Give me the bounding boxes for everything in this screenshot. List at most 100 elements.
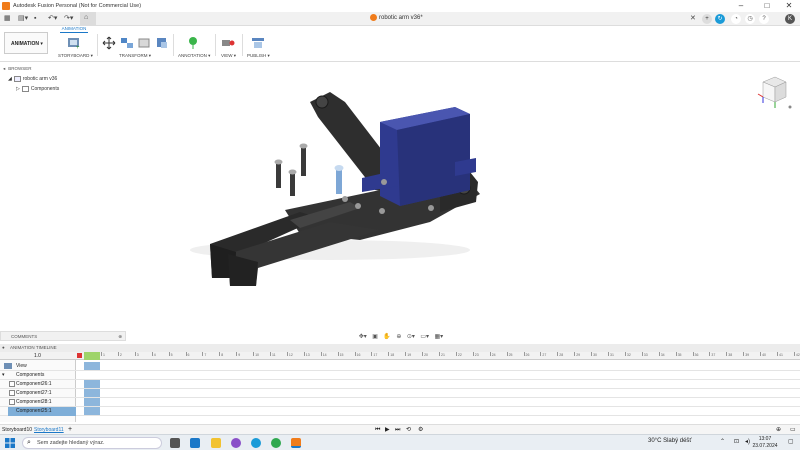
- view-camera-icon[interactable]: [221, 36, 235, 50]
- home-tab[interactable]: ⌂: [80, 12, 96, 26]
- add-comment-icon[interactable]: ⊕: [118, 332, 122, 341]
- close-window-button[interactable]: ✕: [778, 0, 800, 12]
- notifications-icon[interactable]: ◔: [731, 14, 741, 24]
- folder-icon[interactable]: [211, 438, 221, 448]
- timeline-row-label[interactable]: Component25:1: [8, 407, 76, 416]
- weather-status[interactable]: 30°C Slabý déšť: [648, 438, 692, 444]
- file-menu-icon[interactable]: ▤▾: [18, 14, 28, 24]
- row-checkbox[interactable]: [9, 381, 15, 387]
- timeline-row[interactable]: Component27:1: [0, 389, 800, 398]
- fusion-taskbar-icon[interactable]: [291, 438, 301, 448]
- publish-group-label[interactable]: PUBLISH ▾: [247, 53, 270, 59]
- screw-2[interactable]: [299, 143, 308, 177]
- search-placeholder: Sem zadejte hledaný výraz.: [37, 440, 105, 446]
- zoom-icon[interactable]: ⊕: [396, 333, 401, 340]
- data-panel-icon[interactable]: ▦: [4, 14, 11, 24]
- screw-1[interactable]: [274, 159, 283, 189]
- timeline-row-label[interactable]: View: [16, 362, 27, 371]
- row-checkbox[interactable]: [9, 399, 15, 405]
- ribbon: ANIMATION ▾ ANIMATION + STORYBOARD ▾ TRA…: [0, 26, 800, 62]
- comments-panel[interactable]: COMMENTS ⊕: [0, 331, 126, 341]
- timeline-row[interactable]: Component26:1: [0, 380, 800, 389]
- clock-date[interactable]: 23.07.2024: [750, 443, 780, 449]
- timeline-header[interactable]: ● ANIMATION TIMELINE: [0, 344, 800, 352]
- home-icon: ⌂: [84, 14, 89, 21]
- record-icon[interactable]: [77, 353, 82, 358]
- pan-icon[interactable]: ✋: [383, 333, 390, 340]
- windows-start-icon[interactable]: [5, 438, 15, 448]
- ruler-tick: [540, 352, 542, 356]
- document-tab[interactable]: robotic arm v36*: [370, 14, 423, 21]
- explode-icon[interactable]: [120, 36, 134, 50]
- hide-show-icon[interactable]: [137, 36, 151, 50]
- save-icon[interactable]: ▪: [34, 14, 36, 24]
- sync-icon[interactable]: ↻: [715, 14, 725, 24]
- window-title: Autodesk Fusion Personal (Not for Commer…: [13, 3, 142, 9]
- timeline-row-label[interactable]: Component28:1: [16, 398, 52, 407]
- fit-icon[interactable]: ⊙▾: [407, 333, 415, 340]
- transform-move-icon[interactable]: [102, 36, 116, 50]
- new-tab-icon[interactable]: +: [702, 14, 712, 24]
- user-avatar[interactable]: K: [785, 14, 795, 24]
- timeline-ruler[interactable]: 1.0 1 2 3 4 5 6 7 8 9 10 11 12 13 14 15 16 17 18 19 20 21 22 2…: [0, 352, 800, 360]
- timeline-row[interactable]: Component25:1: [0, 407, 800, 416]
- tab-animation[interactable]: ANIMATION: [60, 26, 88, 33]
- timeline-row-label[interactable]: Component26:1: [16, 380, 52, 389]
- ruler-tick: [709, 352, 711, 356]
- screw-selected[interactable]: [334, 165, 344, 194]
- undo-icon[interactable]: ↶▾: [48, 14, 57, 24]
- look-at-icon[interactable]: ▣: [372, 333, 378, 340]
- ruler-tick-label: 24: [491, 353, 496, 357]
- view-group-label[interactable]: VIEW ▾: [221, 53, 236, 59]
- collapse-timeline-icon[interactable]: ●: [2, 344, 5, 352]
- grid-settings-icon[interactable]: ▦▾: [435, 333, 444, 340]
- row-checkbox[interactable]: [9, 390, 15, 396]
- ruler-tick-label: 14: [322, 353, 327, 357]
- timeline-row-label[interactable]: Components: [16, 371, 44, 380]
- app-icon[interactable]: [231, 438, 241, 448]
- timeline-row[interactable]: ▾ Components: [0, 371, 800, 380]
- keyframe-cell[interactable]: [84, 407, 100, 415]
- annotation-group-label[interactable]: ANNOTATION ▾: [178, 53, 210, 59]
- explorer-icon[interactable]: [190, 438, 200, 448]
- expand-arrow-icon[interactable]: ▾: [2, 371, 5, 380]
- close-document-icon[interactable]: ✕: [690, 14, 696, 24]
- timeline-row[interactable]: View: [0, 362, 800, 371]
- storyboard-group-label[interactable]: STORYBOARD ▾: [58, 53, 93, 59]
- playhead-range[interactable]: [84, 352, 100, 360]
- ruler-tick-label: 36: [694, 353, 699, 357]
- orbit-icon[interactable]: ✥▾: [359, 333, 367, 340]
- clock-time[interactable]: 13:07: [754, 436, 776, 442]
- keyframe-cell[interactable]: [84, 398, 100, 406]
- redo-icon[interactable]: ↷▾: [64, 14, 73, 24]
- maximize-button[interactable]: □: [756, 0, 778, 12]
- chrome-icon[interactable]: [271, 438, 281, 448]
- keyframe-cell[interactable]: [84, 380, 100, 388]
- edge-icon[interactable]: [251, 438, 261, 448]
- restore-home-icon[interactable]: [155, 36, 169, 50]
- animation-timeline[interactable]: 1.0 1 2 3 4 5 6 7 8 9 10 11 12 13 14 15 16 17 18 19 20 21 22 2…: [0, 352, 800, 422]
- callout-icon[interactable]: [186, 36, 200, 50]
- display-settings-icon[interactable]: ▭▾: [420, 333, 429, 340]
- timeline-row[interactable]: Component28:1: [0, 398, 800, 407]
- viewcube[interactable]: [755, 72, 793, 110]
- ruler-tick-label: 30: [593, 353, 597, 357]
- model-viewport[interactable]: [0, 62, 800, 330]
- minimize-button[interactable]: –: [730, 0, 752, 12]
- timeline-row-label[interactable]: Component27:1: [16, 389, 52, 398]
- screw-3[interactable]: [288, 169, 297, 197]
- new-storyboard-icon[interactable]: +: [67, 36, 81, 50]
- network-icon[interactable]: ⊡: [734, 438, 739, 445]
- help-icon[interactable]: ?: [759, 14, 769, 24]
- job-status-icon[interactable]: ◷: [745, 14, 755, 24]
- keyframe-cell[interactable]: [84, 389, 100, 397]
- taskbar-search-box[interactable]: ⌕ Sem zadejte hledaný výraz.: [22, 437, 162, 449]
- transform-group-label[interactable]: TRANSFORM ▾: [119, 53, 151, 59]
- workspace-selector[interactable]: ANIMATION ▾: [4, 32, 48, 54]
- keyframe-cell[interactable]: [84, 362, 100, 370]
- publish-video-icon[interactable]: [251, 36, 265, 50]
- ruler-tick: [760, 352, 762, 356]
- tray-chevron-icon[interactable]: ⌃: [720, 438, 725, 445]
- notification-center-icon[interactable]: ▢: [788, 438, 794, 445]
- task-view-icon[interactable]: [170, 438, 180, 448]
